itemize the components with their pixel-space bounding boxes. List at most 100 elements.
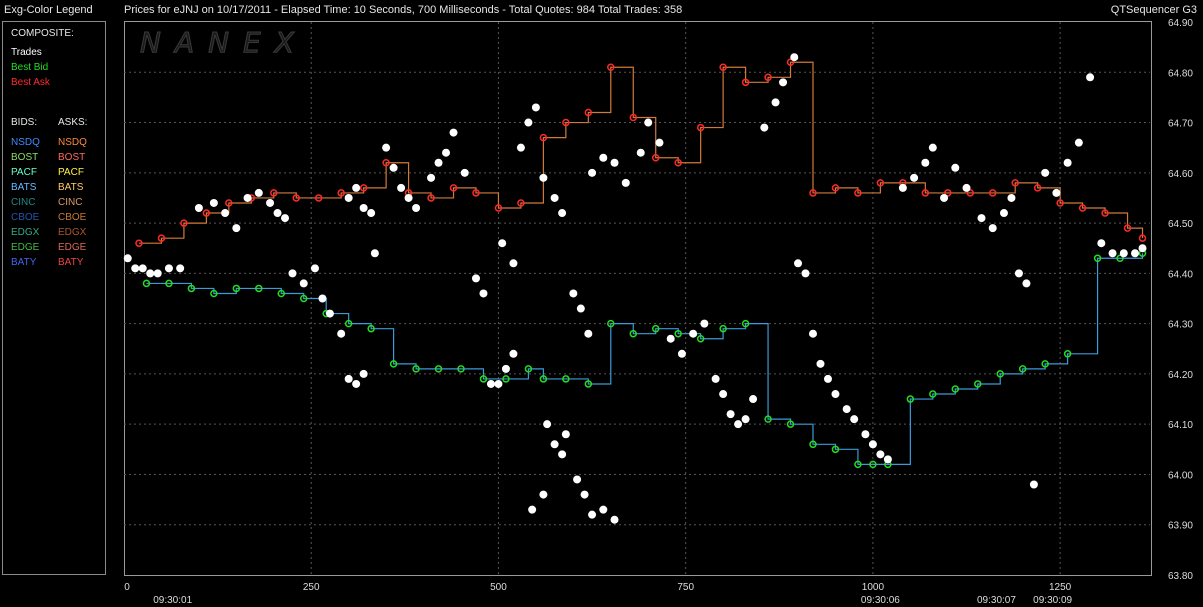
trade-point: [576, 304, 585, 313]
y-tick-label: 64.60: [1168, 169, 1193, 180]
x-tick-label: 1000: [862, 582, 885, 593]
trade-point: [501, 364, 510, 373]
trade-point: [573, 475, 582, 484]
trade-point: [1014, 269, 1023, 278]
trade-point: [434, 158, 443, 167]
trade-point: [412, 204, 421, 213]
trade-point: [164, 264, 173, 273]
y-tick-label: 64.70: [1168, 119, 1193, 130]
trade-point: [531, 103, 540, 112]
trade-point: [539, 173, 548, 182]
trade-point: [138, 264, 147, 273]
trade-point: [528, 505, 537, 514]
trade-point: [644, 118, 653, 127]
y-tick-label: 64.10: [1168, 420, 1193, 431]
trade-point: [734, 420, 743, 429]
trade-point: [288, 269, 297, 278]
y-tick-label: 64.20: [1168, 370, 1193, 381]
trade-point: [479, 289, 488, 298]
trade-point: [868, 440, 877, 449]
trade-point: [509, 259, 518, 268]
trade-point: [344, 374, 353, 383]
trade-point: [677, 349, 686, 358]
trade-point: [599, 153, 608, 162]
trade-point: [610, 515, 619, 524]
trade-point: [711, 374, 720, 383]
trade-point: [1007, 193, 1016, 202]
trade-point: [1131, 249, 1140, 258]
trade-point: [610, 158, 619, 167]
trade-point: [146, 269, 155, 278]
trade-point: [719, 390, 728, 399]
trade-point: [370, 249, 379, 258]
trade-point: [524, 118, 533, 127]
trade-point: [516, 143, 525, 152]
trade-point: [910, 173, 919, 182]
trade-point: [221, 209, 230, 218]
trade-point: [700, 319, 709, 328]
trade-point: [281, 214, 290, 223]
trade-point: [823, 374, 832, 383]
y-tick-label: 63.90: [1168, 521, 1193, 532]
trade-point: [588, 510, 597, 519]
trade-point: [344, 193, 353, 202]
trade-point: [816, 359, 825, 368]
trade-point: [498, 239, 507, 248]
trade-point: [337, 329, 346, 338]
price-chart: 63.80 63.90 64.00 64.10 64.20 64.30 64.40 64.50…: [123, 18, 1193, 606]
trade-point: [940, 193, 949, 202]
trade-point: [404, 193, 413, 202]
trade-point: [749, 395, 758, 404]
trade-point: [1052, 188, 1061, 197]
time-label: 09:30:09: [1033, 595, 1072, 606]
time-label: 09:30:01: [153, 595, 192, 606]
trade-point: [584, 329, 593, 338]
trade-point: [850, 415, 859, 424]
y-tick-label: 63.80: [1168, 571, 1193, 582]
trade-point: [1041, 168, 1050, 177]
trade-point: [1029, 480, 1038, 489]
y-tick-label: 64.80: [1168, 68, 1193, 79]
trade-point: [1063, 158, 1072, 167]
trade-point: [861, 430, 870, 439]
trade-point: [558, 209, 567, 218]
trade-point: [801, 269, 810, 278]
trade-point: [1108, 249, 1117, 258]
x-tick-label: 1250: [1049, 582, 1072, 593]
trade-point: [232, 224, 241, 233]
trade-point: [580, 490, 589, 499]
trade-point: [621, 178, 630, 187]
x-tick-label: 250: [303, 582, 320, 593]
trade-point: [842, 405, 851, 414]
trade-point: [1138, 244, 1147, 253]
trade-point: [471, 274, 480, 283]
best-bid-line: [146, 253, 1144, 465]
trade-point: [442, 148, 451, 157]
trade-point: [689, 329, 698, 338]
trade-point: [951, 163, 960, 172]
trade-point: [325, 309, 334, 318]
x-tick-label: 750: [677, 582, 694, 593]
trade-point: [928, 143, 937, 152]
trade-point: [779, 78, 788, 87]
trade-point: [876, 450, 885, 459]
trade-point: [1086, 73, 1095, 82]
trade-point: [760, 123, 769, 132]
trade-point: [299, 279, 308, 288]
trade-point: [771, 98, 780, 107]
trade-point: [831, 390, 840, 399]
y-tick-label: 64.50: [1168, 219, 1193, 230]
trade-point: [726, 410, 735, 419]
trade-point: [655, 138, 664, 147]
trade-point: [550, 193, 559, 202]
time-label: 09:30:07: [977, 595, 1016, 606]
trade-point: [794, 259, 803, 268]
trade-point: [988, 224, 997, 233]
trade-point: [561, 430, 570, 439]
x-tick-label: 0: [124, 582, 130, 593]
trade-point: [569, 289, 578, 298]
y-tick-label: 64.00: [1168, 470, 1193, 481]
trade-point: [1022, 279, 1031, 288]
trade-point: [509, 349, 518, 358]
trade-point: [352, 379, 361, 388]
